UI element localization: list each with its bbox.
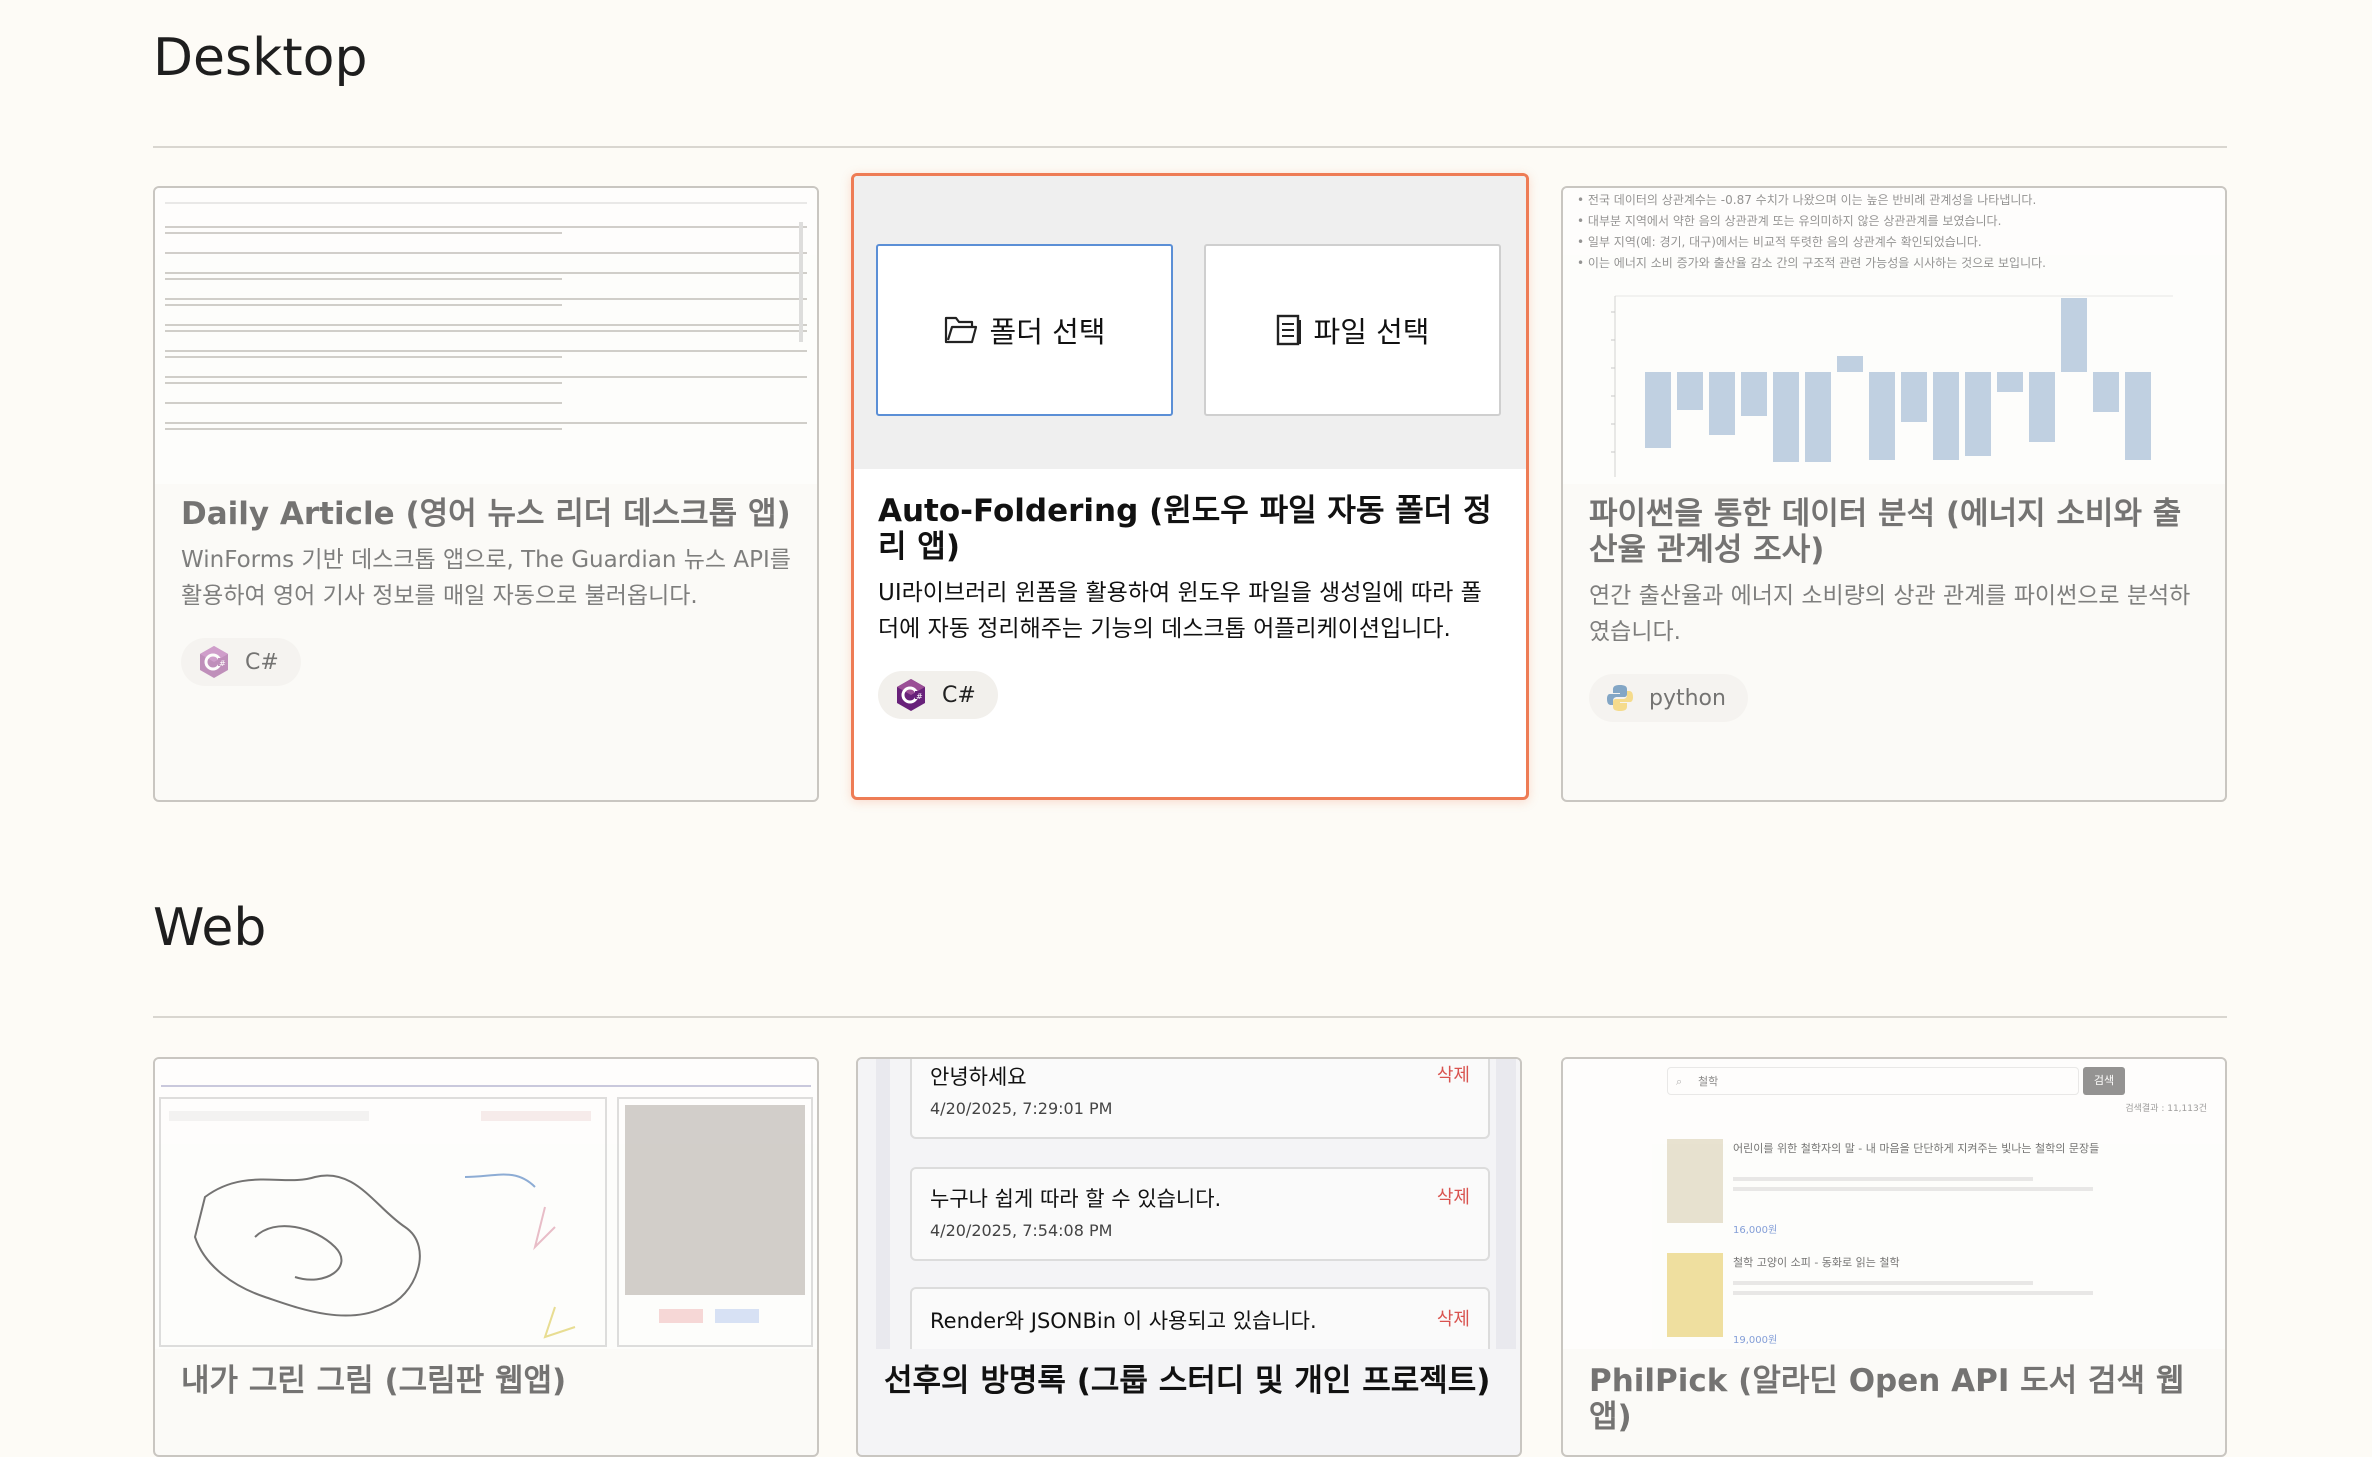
delete-button: 삭제: [1436, 1187, 1470, 1208]
project-card-python-analysis[interactable]: • 전국 데이터의 상관계수는 -0.87 수치가 나왔으며 이는 높은 반비례…: [1561, 186, 2227, 802]
tag-label: C#: [942, 682, 976, 708]
delete-button: 삭제: [1436, 1309, 1470, 1330]
card-description: UI라이브러리 윈폼을 활용하여 윈도우 파일을 생성일에 따라 폴더에 자동 …: [878, 580, 1482, 642]
card-thumbnail: 안녕하세요 4/20/2025, 7:29:01 PM 삭제 누구나 쉽게 따라…: [858, 1059, 1520, 1349]
card-thumbnail: 폴더 선택 파일 선택: [854, 176, 1526, 469]
search-input: ⌕ 철학: [1667, 1067, 2079, 1095]
tech-tag-csharp: # C#: [878, 671, 998, 719]
folder-icon: [944, 316, 977, 344]
card-title: 내가 그린 그림 (그림판 웹앱): [181, 1363, 567, 1399]
card-description: 연간 출산율과 에너지 소비량의 상관 관계를 파이썬으로 분석하였습니다.: [1589, 583, 2191, 645]
svg-text:#: #: [916, 692, 923, 701]
result-count: 검색결과 : 11,113건: [2125, 1104, 2207, 1114]
card-title: 선후의 방명록 (그룹 스터디 및 개인 프로젝트): [884, 1363, 1491, 1399]
section-divider: [153, 146, 2227, 148]
csharp-icon: #: [897, 679, 925, 711]
guestbook-entry: 누구나 쉽게 따라 할 수 있습니다. 4/20/2025, 7:54:08 P…: [910, 1167, 1490, 1261]
analysis-bullet: • 이는 에너지 소비 증가와 출산율 감소 간의 구조적 관련 가능성을 시사…: [1577, 256, 2046, 270]
section-divider: [153, 1016, 2227, 1018]
project-card-drawing-app[interactable]: 내가 그린 그림 (그림판 웹앱): [153, 1057, 819, 1457]
python-icon: [1607, 685, 1633, 711]
section-title-web: Web: [153, 898, 267, 958]
book-cover: [1667, 1253, 1723, 1337]
project-card-philpick[interactable]: ⌕ 철학 검색 검색결과 : 11,113건 어린이를 위한 철학자의 말 - …: [1561, 1057, 2227, 1457]
file-select-button: 파일 선택: [1204, 244, 1501, 416]
book-cover: [1667, 1139, 1723, 1223]
card-title: Daily Article (영어 뉴스 리더 데스크톱 앱): [181, 496, 791, 532]
document-icon: [1276, 314, 1301, 346]
project-card-auto-foldering[interactable]: 폴더 선택 파일 선택 Auto-Foldering (윈도우 파일 자동 폴더…: [851, 173, 1529, 800]
tech-tag-csharp: # C#: [181, 638, 301, 686]
card-title: 파이썬을 통한 데이터 분석 (에너지 소비와 출산율 관계성 조사): [1589, 496, 2182, 568]
delete-button: 삭제: [1436, 1065, 1470, 1086]
book-title: 어린이를 위한 철학자의 말 - 내 마음을 단단하게 지켜주는 빛나는 철학의…: [1733, 1142, 2100, 1155]
tag-label: python: [1649, 685, 1726, 711]
card-thumbnail: • 전국 데이터의 상관계수는 -0.87 수치가 나왔으며 이는 높은 반비례…: [1563, 188, 2225, 484]
book-price: 16,000원: [1733, 1225, 1778, 1236]
svg-text:#: #: [219, 659, 226, 668]
card-title: PhilPick (알라딘 Open API 도서 검색 웹 앱): [1589, 1363, 2185, 1435]
project-card-guestbook[interactable]: 안녕하세요 4/20/2025, 7:29:01 PM 삭제 누구나 쉽게 따라…: [856, 1057, 1522, 1457]
section-title-desktop: Desktop: [153, 28, 368, 88]
correlation-bar-chart: [1611, 295, 2173, 477]
card-description: WinForms 기반 데스크톱 앱으로, The Guardian 뉴스 AP…: [181, 547, 791, 609]
csharp-icon: #: [200, 646, 228, 678]
card-title: Auto-Foldering (윈도우 파일 자동 폴더 정리 앱): [878, 493, 1492, 565]
analysis-bullet: • 대부분 지역에서 약한 음의 상관관계 또는 유의미하지 않은 상관관계를 …: [1577, 214, 2002, 228]
guestbook-entry: 안녕하세요 4/20/2025, 7:29:01 PM 삭제: [910, 1059, 1490, 1139]
book-title: 철학 고양이 소피 - 동화로 읽는 철학: [1733, 1256, 1900, 1269]
analysis-bullet: • 전국 데이터의 상관계수는 -0.87 수치가 나왔으며 이는 높은 반비례…: [1577, 193, 2037, 207]
search-button: 검색: [2083, 1067, 2125, 1095]
card-thumbnail: ⌕ 철학 검색 검색결과 : 11,113건 어린이를 위한 철학자의 말 - …: [1563, 1059, 2225, 1349]
analysis-bullet: • 일부 지역(예: 경기, 대구)에서는 비교적 뚜렷한 음의 상관계수 확인…: [1577, 235, 1982, 249]
project-card-daily-article[interactable]: Daily Article (영어 뉴스 리더 데스크톱 앱) WinForms…: [153, 186, 819, 802]
book-price: 19,000원: [1733, 1335, 1778, 1346]
tag-label: C#: [245, 649, 279, 675]
guestbook-entry: Render와 JSONBin 이 사용되고 있습니다. 삭제: [910, 1287, 1490, 1349]
card-thumbnail: [155, 1059, 817, 1349]
card-thumbnail: [155, 188, 817, 484]
folder-select-button: 폴더 선택: [876, 244, 1173, 416]
tech-tag-python: python: [1589, 674, 1748, 722]
search-icon: ⌕: [1676, 1075, 1683, 1088]
